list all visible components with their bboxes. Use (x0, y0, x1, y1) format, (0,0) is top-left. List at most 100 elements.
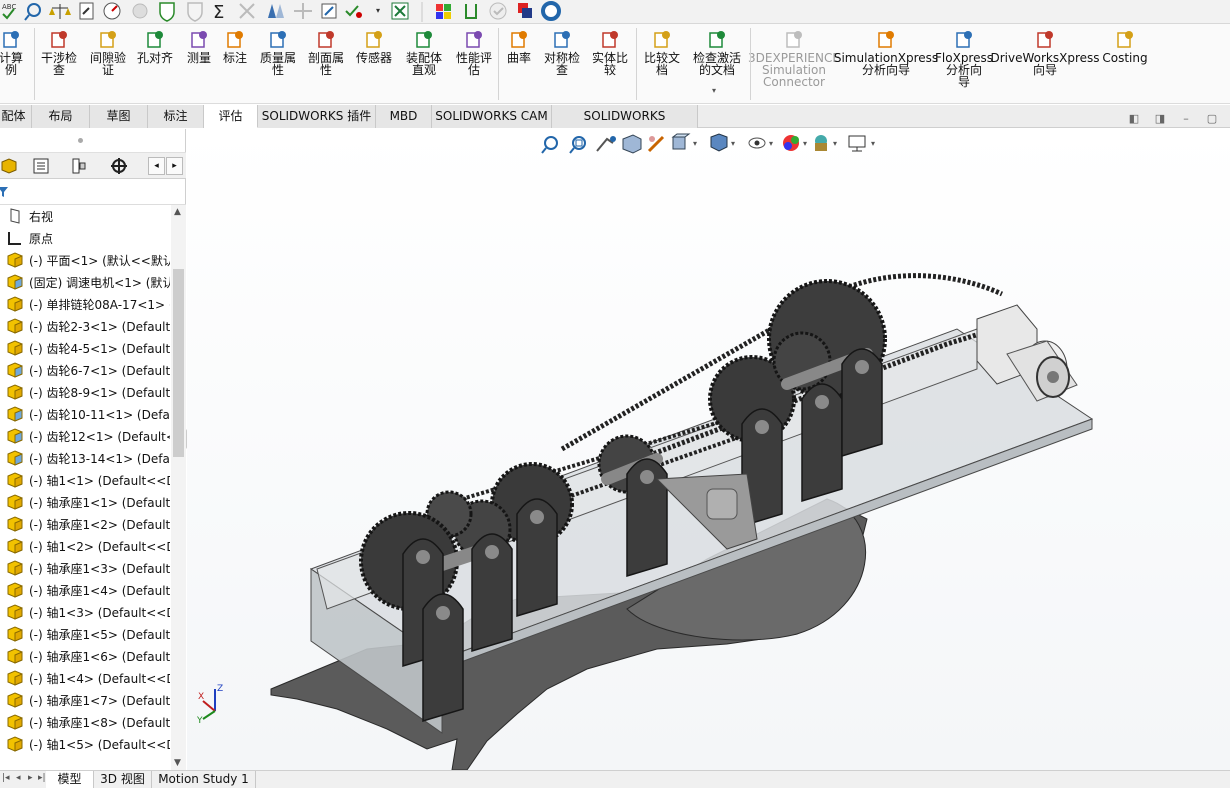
balance-icon[interactable] (49, 4, 71, 19)
tree-item[interactable]: (-) 轴承座1<3> (Default< (6, 557, 170, 579)
tree-item[interactable]: (-) 轴承座1<6> (Default< (6, 645, 170, 667)
excel-export-icon[interactable] (391, 2, 409, 20)
shield-check-icon[interactable] (159, 2, 175, 22)
tree-item[interactable]: (-) 齿轮4-5<1> (Default< (6, 337, 170, 359)
assembly-model-view[interactable] (187, 129, 1230, 770)
tree-item[interactable]: (-) 单排链轮08A-17<1> ( (6, 293, 170, 315)
color-tool-icon[interactable] (436, 4, 451, 19)
sigma-icon[interactable]: Σ (213, 2, 224, 23)
toolbar-button-15[interactable]: 检查激活 的文档 (688, 28, 746, 76)
scroll-right-icon[interactable]: ▸ (166, 157, 183, 175)
tab-7[interactable]: SOLIDWORKS CAM (432, 105, 552, 128)
toolbar-button-17[interactable]: SimulationXpress 分析向导 (834, 28, 938, 76)
tab-3[interactable]: 标注 (148, 105, 204, 128)
edit-rect-icon[interactable] (321, 3, 337, 19)
scroll-down-icon[interactable]: ▼ (174, 758, 181, 768)
tree-item[interactable]: (-) 齿轮13-14<1> (Defau (6, 447, 170, 469)
tree-item-label: (-) 轴承座1<4> (Default< (29, 583, 170, 598)
tab-4[interactable]: 评估 (204, 105, 258, 128)
gauge-icon[interactable] (103, 2, 121, 20)
lifebuoy-icon[interactable] (541, 1, 561, 21)
spell-check-icon[interactable]: ABC (2, 3, 16, 20)
tree-item[interactable]: (-) 轴1<3> (Default<<De (6, 601, 170, 623)
tree-item[interactable]: 右视 (6, 205, 53, 227)
toolbar-button-6[interactable]: 质量属 性 (256, 28, 300, 76)
toolbar-button-1[interactable]: 干涉检 查 (36, 28, 82, 76)
tab-8[interactable]: SOLIDWORKS Inspection (552, 105, 698, 145)
tree-item-label: (固定) 调速电机<1> (默认 (29, 275, 170, 290)
scroll-left-icon[interactable]: ◂ (148, 157, 165, 175)
tree-item[interactable]: 原点 (6, 227, 53, 249)
tree-item[interactable]: (-) 轴承座1<4> (Default< (6, 579, 170, 601)
toolbar-button-0[interactable]: 计算 例 (0, 28, 28, 76)
tree-item[interactable]: (-) 齿轮12<1> (Default< (6, 425, 170, 447)
toolbar-button-19[interactable]: DriveWorksXpress 向导 (990, 28, 1100, 76)
tree-item[interactable]: (-) 齿轮2-3<1> (Default< (6, 315, 170, 337)
filter-bar[interactable] (0, 181, 186, 205)
tree-item[interactable]: (-) 齿轮8-9<1> (Default< (6, 381, 170, 403)
feature-manager-tab-icon[interactable] (0, 155, 24, 177)
tab-2[interactable]: 草图 (90, 105, 148, 128)
toolbar-button-11[interactable]: 曲率 (502, 28, 536, 64)
tab-5[interactable]: SOLIDWORKS 插件 (258, 105, 376, 128)
dimxpert-tab-icon[interactable] (104, 155, 134, 177)
toolbar-button-5[interactable]: 标注 (218, 28, 252, 64)
tree-scrollbar[interactable]: ▲ ▼ (171, 205, 186, 770)
zoom-search-icon[interactable] (24, 3, 41, 21)
prev-tab-icon[interactable]: ◂ (16, 773, 21, 783)
check-dropdown-icon[interactable]: ▾ (345, 5, 380, 18)
panel-handle[interactable] (0, 129, 186, 153)
next-tab-icon[interactable]: ▸ (28, 773, 33, 783)
quick-access-toolbar: ABC Σ ▾ (0, 0, 1230, 24)
toolbar-button-7[interactable]: 剖面属 性 (304, 28, 348, 76)
tree-item[interactable]: (-) 轴承座1<7> (Default< (6, 689, 170, 711)
toolbar-button-4[interactable]: 测量 (182, 28, 216, 64)
stop-red-icon[interactable] (518, 3, 532, 18)
tree-item-label: (-) 齿轮13-14<1> (Defau (29, 451, 170, 466)
scrollbar-thumb[interactable] (173, 269, 184, 457)
tree-item[interactable]: (-) 平面<1> (默认<<默认 (6, 249, 170, 271)
bottom-tab-1[interactable]: 3D 视图 (94, 771, 152, 788)
split-icon[interactable] (268, 4, 284, 18)
minimize-icon[interactable]: – (1180, 113, 1192, 125)
tree-item[interactable]: (-) 轴承座1<5> (Default< (6, 623, 170, 645)
toolbar-button-9[interactable]: 装配体 直观 (400, 28, 448, 76)
tree-item[interactable]: (-) 齿轮10-11<1> (Defau (6, 403, 170, 425)
toolbar-button-8[interactable]: 传感器 (352, 28, 396, 64)
tab-0[interactable]: 配体 (0, 105, 32, 128)
tree-item[interactable]: (-) 轴1<4> (Default<<De (6, 667, 170, 689)
maximize-icon[interactable]: ▢ (1206, 113, 1218, 125)
toolbar-button-10[interactable]: 性能评 估 (452, 28, 496, 76)
first-tab-icon[interactable]: |◂ (2, 773, 10, 783)
scroll-up-icon[interactable]: ▲ (174, 207, 181, 217)
tree-item[interactable]: (-) 轴承座1<1> (Default< (6, 491, 170, 513)
toolbar-button-18[interactable]: FloXpress 分析向 导 (935, 28, 993, 88)
tree-item[interactable]: (-) 轴承座1<2> (Default< (6, 513, 170, 535)
tab-1[interactable]: 布局 (32, 105, 90, 128)
property-manager-tab-icon[interactable] (26, 155, 56, 177)
tree-item[interactable]: (-) 轴1<2> (Default<<De (6, 535, 170, 557)
tree-item[interactable]: (-) 轴承座1<8> (Default< (6, 711, 170, 733)
document-arrow-icon[interactable] (79, 2, 94, 20)
tile-right-icon[interactable]: ◨ (1154, 113, 1166, 125)
graphics-viewport[interactable]: ▾ ▾ ▾ ▾ ▾ ▾ Z X Y (187, 129, 1230, 770)
last-tab-icon[interactable]: ▸| (38, 773, 46, 783)
check-document-dropdown-icon[interactable]: ▾ (712, 86, 716, 95)
toolbar-button-14[interactable]: 比较文 档 (640, 28, 684, 76)
tab-6[interactable]: MBD (376, 105, 432, 128)
tile-left-icon[interactable]: ◧ (1128, 113, 1140, 125)
tree-item[interactable]: (固定) 调速电机<1> (默认 (6, 271, 170, 293)
bottom-tab-0[interactable]: 模型 (46, 771, 94, 788)
configuration-manager-tab-icon[interactable] (64, 155, 94, 177)
filter-icon[interactable] (0, 185, 14, 199)
tree-item[interactable]: (-) 轴1<5> (Default<<De (6, 733, 170, 755)
tree-item[interactable]: (-) 齿轮6-7<1> (Default< (6, 359, 170, 381)
toolbar-button-12[interactable]: 对称检 查 (540, 28, 584, 76)
toolbar-button-20[interactable]: Costing (1100, 28, 1150, 64)
bracket-tool-icon[interactable] (465, 4, 477, 19)
toolbar-button-13[interactable]: 实体比 较 (588, 28, 632, 76)
tree-item[interactable]: (-) 轴1<1> (Default<<De (6, 469, 170, 491)
bottom-tab-2[interactable]: Motion Study 1 (152, 771, 256, 788)
toolbar-button-2[interactable]: 间隙验 证 (86, 28, 130, 76)
toolbar-button-3[interactable]: 孔对齐 (134, 28, 176, 64)
